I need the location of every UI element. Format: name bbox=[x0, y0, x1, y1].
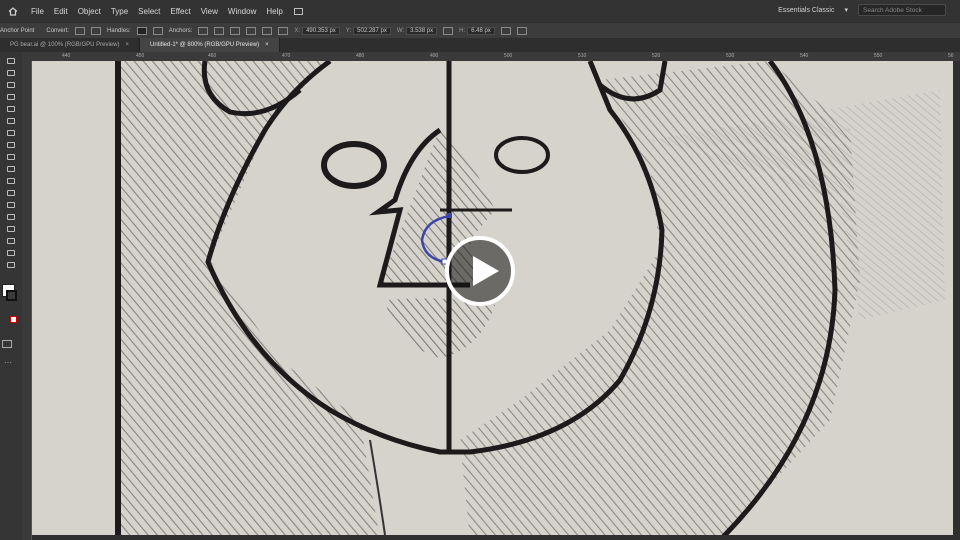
connect-anchor-icon[interactable] bbox=[214, 27, 225, 35]
cut-path-icon[interactable] bbox=[230, 27, 241, 35]
menu-effect[interactable]: Effect bbox=[170, 7, 190, 16]
h-label: H: bbox=[459, 28, 466, 34]
rectangle-tool-icon[interactable] bbox=[7, 130, 15, 136]
workspace-switcher[interactable]: Essentials Classic bbox=[778, 7, 834, 14]
remove-anchor-icon[interactable] bbox=[198, 27, 209, 35]
paintbrush-tool-icon[interactable] bbox=[7, 142, 15, 148]
current-tool-label: Anchor Point bbox=[0, 28, 35, 34]
convert-label: Convert: bbox=[46, 28, 70, 34]
ruler-tick: 500 bbox=[504, 53, 513, 59]
selection-tool-icon[interactable] bbox=[7, 58, 15, 64]
direct-selection-tool-icon[interactable] bbox=[7, 70, 15, 76]
y-label: Y: bbox=[345, 28, 352, 34]
eraser-tool-icon[interactable] bbox=[7, 166, 15, 172]
width-field[interactable]: 3.538 px bbox=[406, 27, 438, 35]
reference-point-icon[interactable] bbox=[278, 27, 289, 35]
align-icon[interactable] bbox=[246, 27, 257, 35]
menu-edit[interactable]: Edit bbox=[54, 7, 68, 16]
ruler-tick: 480 bbox=[356, 53, 365, 59]
play-button[interactable] bbox=[445, 236, 515, 306]
menu-file[interactable]: File bbox=[31, 7, 44, 16]
ruler-tick: 520 bbox=[652, 53, 661, 59]
chevron-down-icon[interactable]: ▾ bbox=[844, 6, 848, 14]
y-field[interactable]: 502.287 px bbox=[353, 27, 391, 35]
scale-tool-icon[interactable] bbox=[7, 190, 15, 196]
type-tool-icon[interactable] bbox=[7, 106, 15, 112]
width-tool-icon[interactable] bbox=[7, 202, 15, 208]
pen-handles-icon[interactable] bbox=[136, 27, 147, 35]
eyedropper-tool-icon[interactable] bbox=[7, 238, 15, 244]
hand-tool-icon[interactable] bbox=[7, 250, 15, 256]
menu-view[interactable]: View bbox=[201, 7, 218, 16]
ruler-tick: 440 bbox=[62, 53, 71, 59]
ruler-tick: 510 bbox=[578, 53, 587, 59]
stroke-swatch-icon[interactable] bbox=[6, 290, 17, 301]
layout-grid-icon[interactable] bbox=[293, 7, 303, 15]
tab-pg-bear[interactable]: PG bear.ai @ 100% (RGB/GPU Preview) × bbox=[0, 38, 140, 52]
link-icon[interactable] bbox=[443, 27, 454, 35]
convert-corner-icon[interactable] bbox=[75, 27, 86, 35]
transform-icon[interactable] bbox=[262, 27, 273, 35]
ruler-tick: 550 bbox=[874, 53, 883, 59]
vertical-scrollbar[interactable] bbox=[953, 61, 960, 540]
menu-select[interactable]: Select bbox=[138, 7, 160, 16]
menu-help[interactable]: Help bbox=[266, 7, 282, 16]
handles-label: Handles: bbox=[107, 28, 131, 34]
vertical-ruler[interactable] bbox=[22, 61, 32, 540]
curvature-tool-icon[interactable] bbox=[7, 94, 15, 100]
ruler-tick: 450 bbox=[136, 53, 145, 59]
shape-builder-tool-icon[interactable] bbox=[7, 214, 15, 220]
anchors-label: Anchors: bbox=[168, 28, 193, 34]
menu-object[interactable]: Object bbox=[78, 7, 101, 16]
snap-icon[interactable] bbox=[516, 27, 527, 35]
close-icon[interactable]: × bbox=[265, 42, 269, 48]
pencil-tool-icon[interactable] bbox=[7, 154, 15, 160]
line-tool-icon[interactable] bbox=[7, 118, 15, 124]
artboard-canvas[interactable] bbox=[32, 61, 953, 535]
ruler-tick: 530 bbox=[726, 53, 735, 59]
isolate-icon[interactable] bbox=[500, 27, 511, 35]
ruler-tick: 470 bbox=[282, 53, 291, 59]
tools-panel: ··· bbox=[0, 52, 23, 540]
x-field[interactable]: 490.353 px bbox=[302, 27, 340, 35]
convert-smooth-icon[interactable] bbox=[91, 27, 102, 35]
height-field[interactable]: 6.48 px bbox=[467, 27, 495, 35]
zoom-tool-icon[interactable] bbox=[7, 262, 15, 268]
x-label: X: bbox=[294, 28, 301, 34]
more-tools-icon[interactable]: ··· bbox=[4, 358, 12, 367]
tab-untitled[interactable]: Untitled-1* @ 800% (RGB/GPU Preview) × bbox=[139, 38, 280, 52]
close-icon[interactable]: × bbox=[125, 42, 129, 48]
home-icon[interactable] bbox=[6, 4, 20, 18]
horizontal-scrollbar[interactable] bbox=[32, 535, 953, 540]
hide-handles-icon[interactable] bbox=[152, 27, 163, 35]
menu-window[interactable]: Window bbox=[228, 7, 256, 16]
pen-tool-icon[interactable] bbox=[7, 82, 15, 88]
ruler-tick: 490 bbox=[430, 53, 439, 59]
none-swatch-icon[interactable] bbox=[10, 316, 17, 323]
menu-type[interactable]: Type bbox=[111, 7, 128, 16]
ruler-tick: 460 bbox=[208, 53, 217, 59]
menu-bar: File Edit Object Type Select Effect View… bbox=[0, 0, 960, 22]
rotate-tool-icon[interactable] bbox=[7, 178, 15, 184]
gradient-tool-icon[interactable] bbox=[7, 226, 15, 232]
ruler-tick: 540 bbox=[800, 53, 809, 59]
w-label: W: bbox=[396, 28, 405, 34]
tab-label: Untitled-1* @ 800% (RGB/GPU Preview) bbox=[149, 42, 260, 48]
search-stock-input[interactable]: Search Adobe Stock bbox=[858, 4, 946, 16]
document-tabs: PG bear.ai @ 100% (RGB/GPU Preview) × Un… bbox=[0, 38, 960, 52]
ruler-tick: 56 bbox=[948, 53, 954, 59]
play-icon bbox=[473, 256, 499, 286]
screen-mode-icon[interactable] bbox=[2, 340, 12, 348]
tab-label: PG bear.ai @ 100% (RGB/GPU Preview) bbox=[10, 42, 120, 48]
